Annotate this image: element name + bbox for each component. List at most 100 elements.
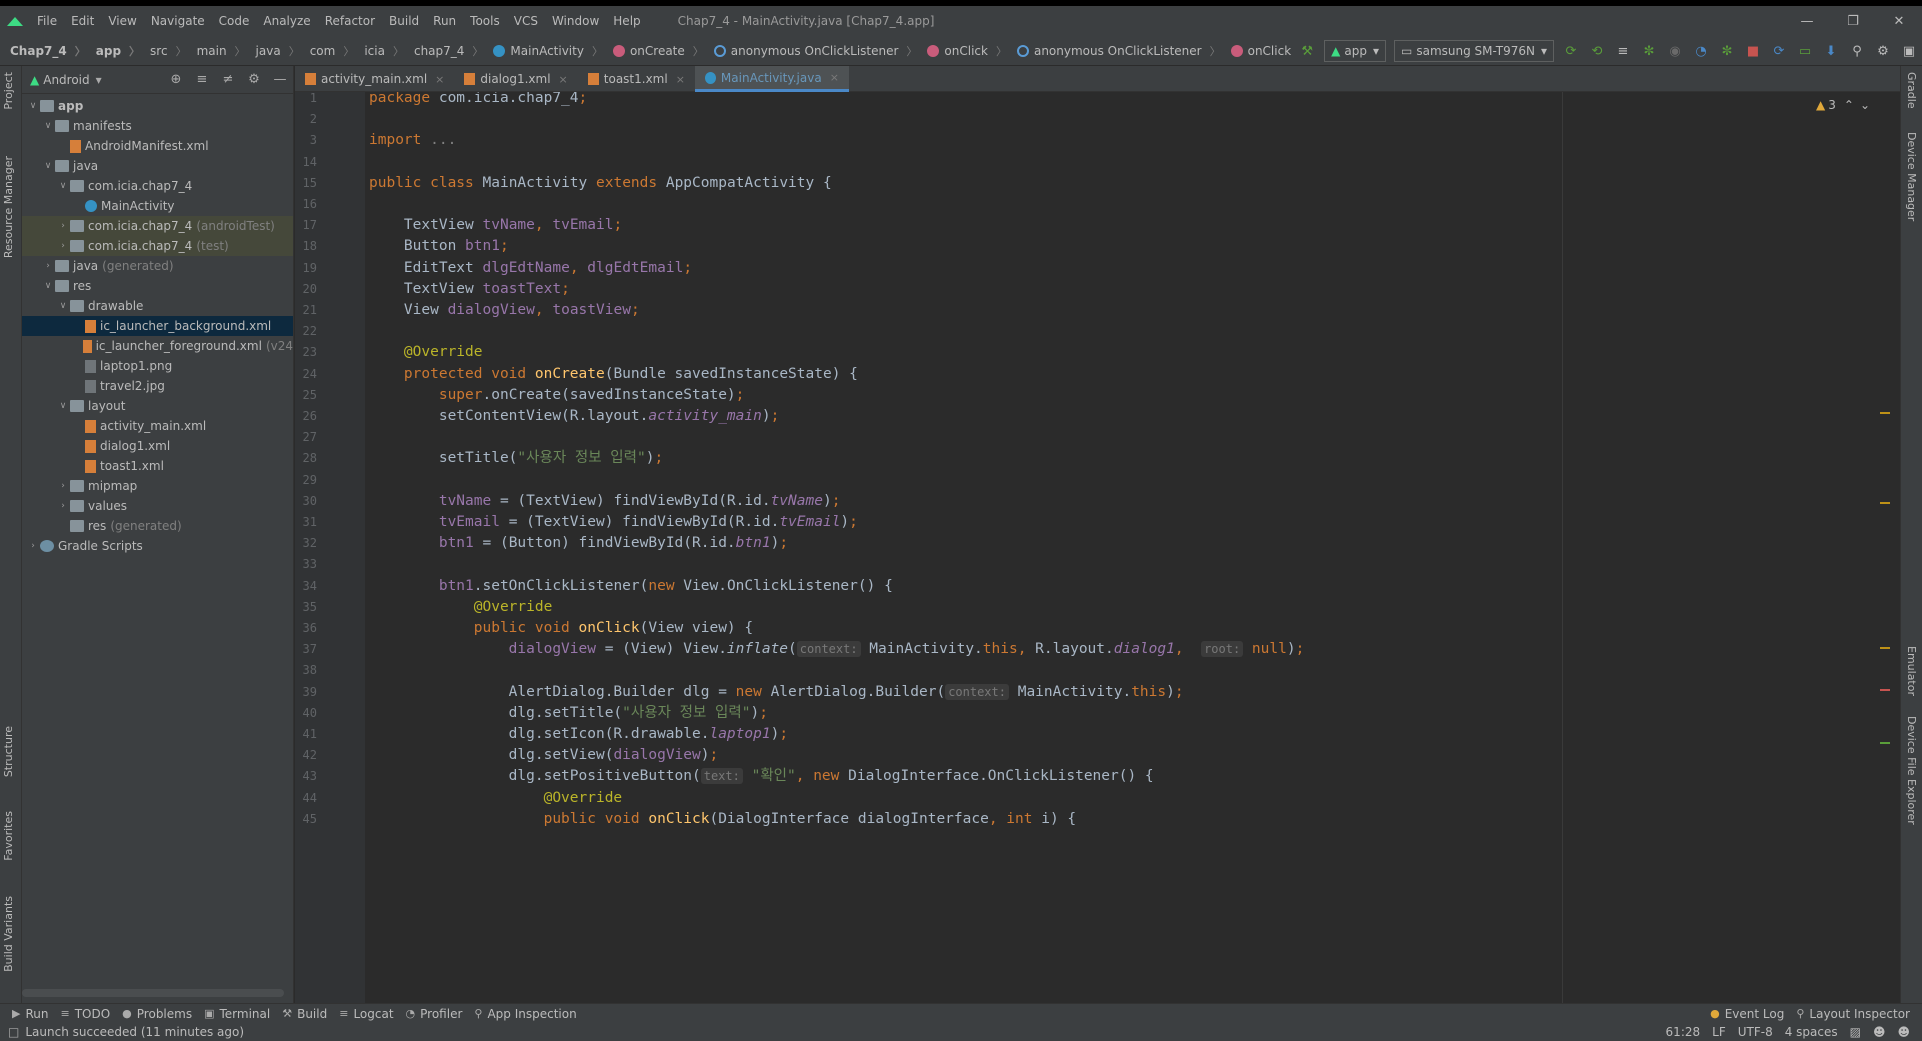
- menu-view[interactable]: View: [101, 14, 143, 28]
- chevron-right-icon[interactable]: ›: [56, 481, 70, 491]
- structure-tool-tab[interactable]: Structure: [2, 726, 15, 777]
- gradle-tool-tab[interactable]: Gradle: [1905, 72, 1918, 109]
- menu-tools[interactable]: Tools: [463, 14, 507, 28]
- minimize-icon[interactable]: —: [1784, 6, 1830, 36]
- tree-item[interactable]: dialog1.xml: [22, 436, 293, 456]
- menu-navigate[interactable]: Navigate: [144, 14, 212, 28]
- breadcrumb-class[interactable]: MainActivity 〉: [483, 43, 603, 59]
- line-separator[interactable]: LF: [1712, 1025, 1726, 1039]
- tree-item[interactable]: › mipmap: [22, 476, 293, 496]
- warning-marker[interactable]: [1880, 412, 1890, 414]
- favorites-tool-tab[interactable]: Favorites: [2, 811, 15, 861]
- tree-item[interactable]: AndroidManifest.xml: [22, 136, 293, 156]
- device-select[interactable]: ▭ samsung SM-T976N ▾: [1394, 40, 1554, 62]
- notification-face-icon[interactable]: ☻: [1897, 1025, 1910, 1039]
- close-tab-icon[interactable]: ×: [435, 73, 444, 86]
- breadcrumb-onclick-1[interactable]: onClick 〉: [917, 43, 1007, 59]
- tree-item[interactable]: res (generated): [22, 516, 293, 536]
- chevron-right-icon[interactable]: ›: [56, 221, 70, 231]
- close-tab-icon[interactable]: ×: [676, 73, 685, 86]
- menu-help[interactable]: Help: [606, 14, 647, 28]
- tree-item[interactable]: activity_main.xml: [22, 416, 293, 436]
- editor-tab[interactable]: activity_main.xml ×: [295, 66, 454, 92]
- chevron-down-icon[interactable]: ∨: [41, 281, 55, 291]
- tree-item[interactable]: ∨ drawable: [22, 296, 293, 316]
- device-manager-icon[interactable]: ▭: [1792, 40, 1818, 62]
- menu-window[interactable]: Window: [545, 14, 606, 28]
- breadcrumb-package[interactable]: chap7_4 〉: [404, 43, 483, 59]
- chevron-down-icon[interactable]: ∨: [56, 301, 70, 311]
- restore-icon[interactable]: ❐: [1830, 6, 1876, 36]
- attach-debugger-icon[interactable]: ✼: [1714, 40, 1740, 62]
- account-icon[interactable]: ▣: [1896, 40, 1922, 62]
- lock-icon[interactable]: ▨: [1850, 1025, 1861, 1039]
- resource-manager-tool-tab[interactable]: Resource Manager: [2, 156, 15, 258]
- tree-item[interactable]: › values: [22, 496, 293, 516]
- chevron-down-icon[interactable]: ▾: [96, 73, 102, 87]
- expand-all-icon[interactable]: ≡: [189, 72, 215, 87]
- warning-marker[interactable]: [1880, 502, 1890, 504]
- problems-tool-button[interactable]: ● Problems: [122, 1007, 192, 1021]
- breadcrumb-anon-listener-2[interactable]: anonymous OnClickListener 〉: [1007, 43, 1221, 59]
- menu-refactor[interactable]: Refactor: [318, 14, 382, 28]
- build-tool-button[interactable]: ⚒ Build: [282, 1007, 327, 1021]
- gear-icon[interactable]: ⚙: [1870, 40, 1896, 62]
- breadcrumb-onclick-2[interactable]: onClick: [1221, 44, 1291, 58]
- chevron-down-icon[interactable]: ∨: [41, 121, 55, 131]
- event-log-button[interactable]: ● Event Log: [1710, 1007, 1784, 1021]
- run-tool-button[interactable]: ▶ Run: [12, 1007, 48, 1021]
- menu-file[interactable]: File: [30, 14, 64, 28]
- run-config-select[interactable]: ▲ app ▾: [1324, 40, 1387, 62]
- debug-icon[interactable]: ✼: [1636, 40, 1662, 62]
- menu-code[interactable]: Code: [212, 14, 257, 28]
- chevron-down-icon[interactable]: ∨: [56, 401, 70, 411]
- inspector-face-icon[interactable]: ☻: [1873, 1025, 1886, 1039]
- code-line[interactable]: public void onClick(DialogInterface dial…: [365, 806, 1878, 832]
- profile-icon[interactable]: ◔: [1688, 40, 1714, 62]
- file-encoding[interactable]: UTF-8: [1738, 1025, 1773, 1039]
- breadcrumb-main[interactable]: main 〉: [187, 43, 246, 59]
- tree-item[interactable]: ∨ com.icia.chap7_4: [22, 176, 293, 196]
- error-marker[interactable]: [1880, 689, 1890, 691]
- horizontal-scrollbar[interactable]: [22, 989, 284, 997]
- profiler-tool-button[interactable]: ◔ Profiler: [406, 1007, 463, 1021]
- device-file-explorer-tool-tab[interactable]: Device File Explorer: [1905, 716, 1918, 825]
- chevron-up-icon[interactable]: ⌃: [1844, 98, 1854, 112]
- terminal-tool-button[interactable]: ▣ Terminal: [204, 1007, 270, 1021]
- status-panel-icon[interactable]: □: [8, 1025, 19, 1039]
- device-manager-tool-tab[interactable]: Device Manager: [1905, 132, 1918, 221]
- close-tab-icon[interactable]: ×: [559, 73, 568, 86]
- tree-item[interactable]: travel2.jpg: [22, 376, 293, 396]
- chevron-right-icon[interactable]: ›: [41, 261, 55, 271]
- breadcrumb-icia[interactable]: icia 〉: [354, 43, 404, 59]
- chevron-right-icon[interactable]: ›: [56, 241, 70, 251]
- code-area[interactable]: package com.icia.chap7_4; import ... publi…: [365, 92, 1878, 1003]
- status-message[interactable]: Launch succeeded (11 minutes ago): [25, 1025, 244, 1039]
- breadcrumb-java[interactable]: java 〉: [246, 43, 300, 59]
- tree-item[interactable]: ∨ app: [22, 96, 293, 116]
- chevron-down-icon[interactable]: ∨: [26, 101, 40, 111]
- editor-tab[interactable]: dialog1.xml ×: [454, 66, 577, 92]
- menu-vcs[interactable]: VCS: [507, 14, 545, 28]
- search-icon[interactable]: ⚲: [1844, 40, 1870, 62]
- breadcrumb-module[interactable]: app 〉: [86, 43, 140, 59]
- app-inspection-tool-button[interactable]: ⚲ App Inspection: [474, 1007, 576, 1021]
- breadcrumb-com[interactable]: com 〉: [300, 43, 355, 59]
- chevron-right-icon[interactable]: ›: [26, 541, 40, 551]
- project-view-select[interactable]: Android: [43, 73, 89, 87]
- build-variants-tool-tab[interactable]: Build Variants: [2, 896, 15, 972]
- change-marker[interactable]: [1880, 742, 1890, 744]
- menu-edit[interactable]: Edit: [64, 14, 101, 28]
- apply-code-changes-icon[interactable]: ⟲: [1584, 40, 1610, 62]
- indent-setting[interactable]: 4 spaces: [1785, 1025, 1838, 1039]
- chevron-down-icon[interactable]: ∨: [41, 161, 55, 171]
- tree-item[interactable]: › Gradle Scripts: [22, 536, 293, 556]
- sdk-manager-icon[interactable]: ⬇: [1818, 40, 1844, 62]
- tree-item[interactable]: ic_launcher_background.xml: [22, 316, 293, 336]
- menu-build[interactable]: Build: [382, 14, 426, 28]
- error-stripe[interactable]: [1878, 92, 1900, 1003]
- tree-item[interactable]: › java (generated): [22, 256, 293, 276]
- tree-item[interactable]: MainActivity: [22, 196, 293, 216]
- tree-item[interactable]: toast1.xml: [22, 456, 293, 476]
- menu-analyze[interactable]: Analyze: [256, 14, 317, 28]
